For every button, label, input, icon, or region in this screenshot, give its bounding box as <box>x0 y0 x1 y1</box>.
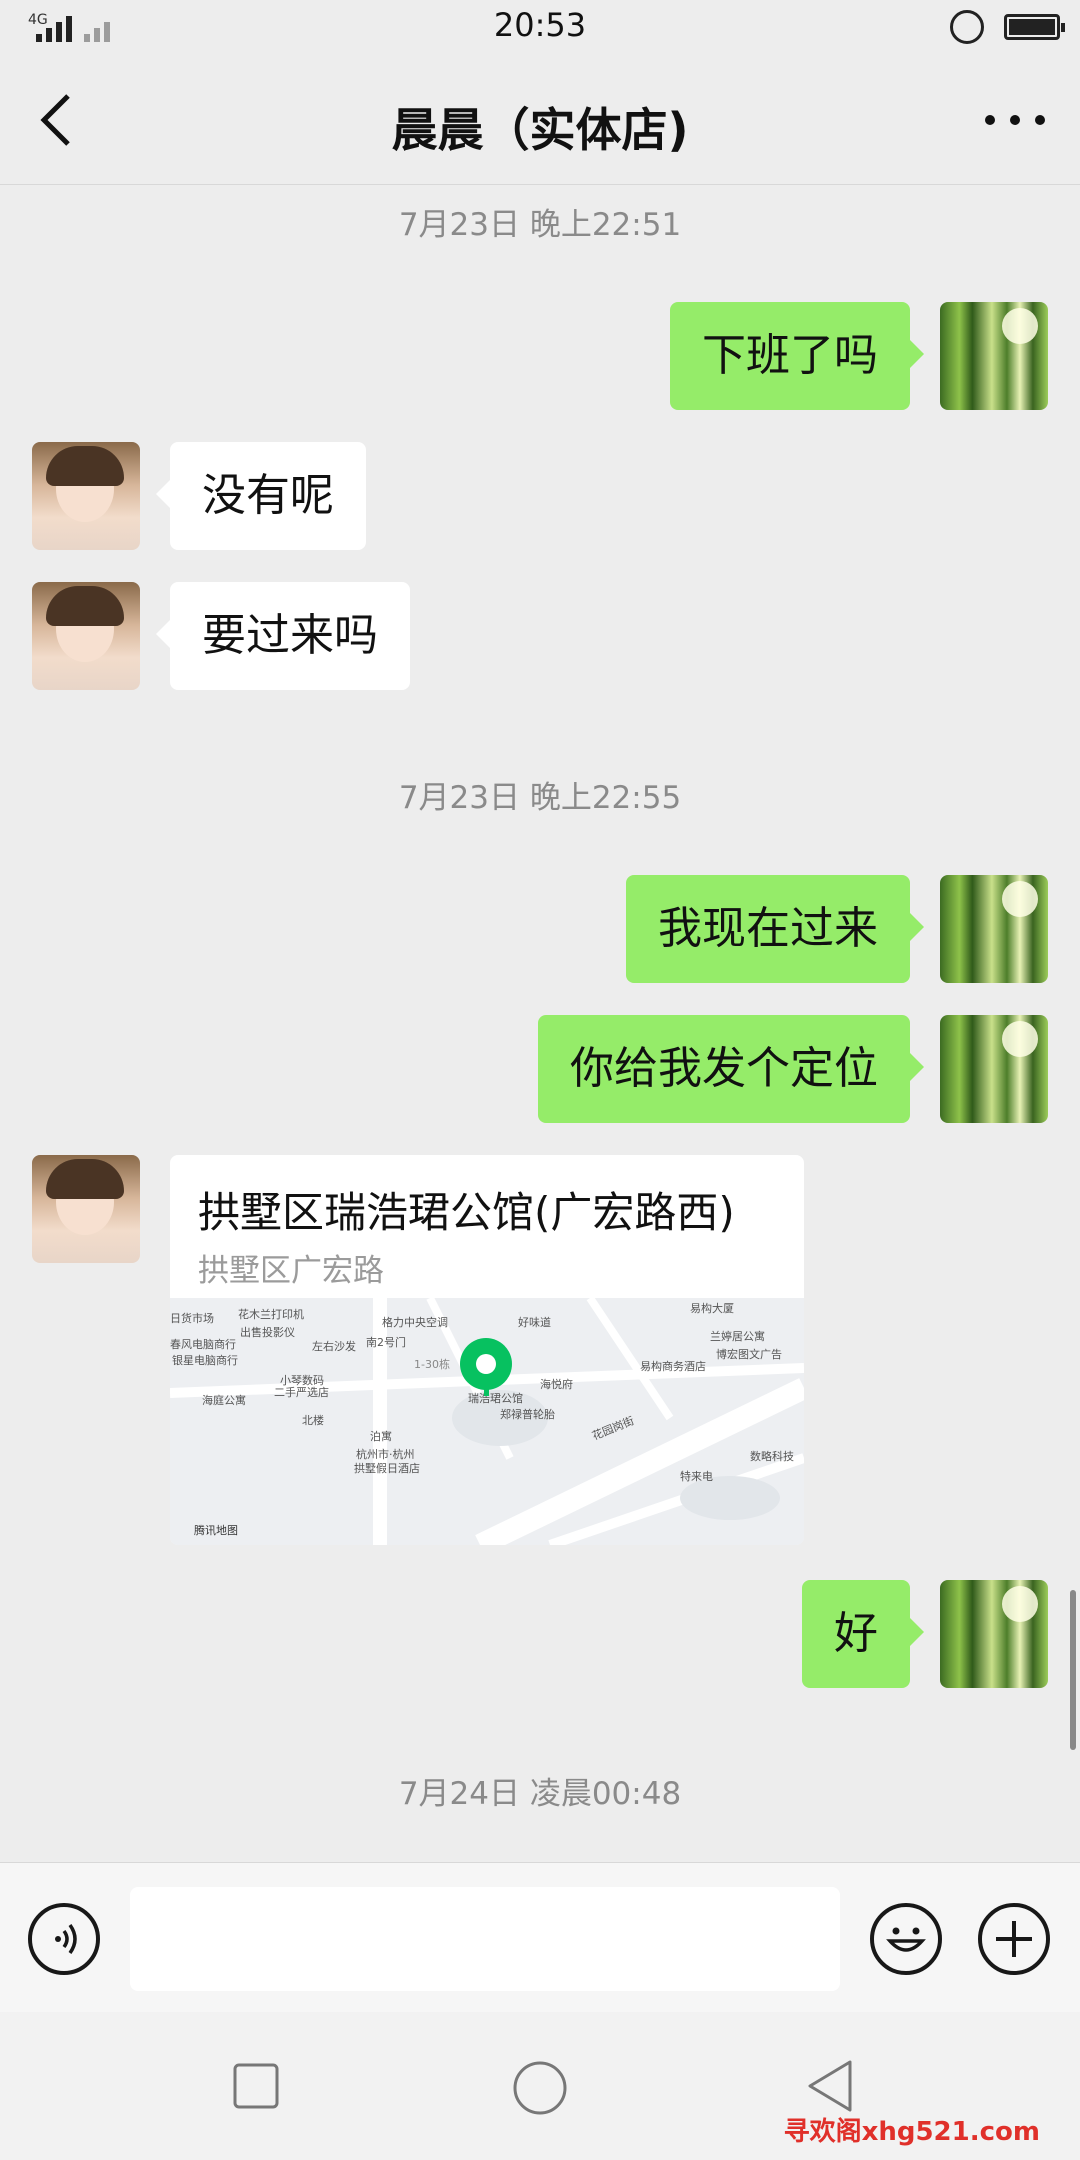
nav-home-button[interactable] <box>512 2060 568 2120</box>
voice-button[interactable] <box>28 1903 100 1975</box>
map-label: 日货市场 <box>170 1311 214 1325</box>
map-label: 易构商务酒店 <box>640 1359 706 1373</box>
map-label: 出售投影仪 <box>240 1325 295 1339</box>
system-nav-bar: 寻欢阁xhg521.com <box>0 2012 1080 2160</box>
nav-recents-icon <box>233 2063 279 2109</box>
screen-lock-icon <box>950 10 984 44</box>
emoji-button[interactable] <box>870 1903 942 1975</box>
map-label: 二手严选店 <box>274 1385 329 1399</box>
status-time: 20:53 <box>493 6 587 44</box>
map-label: 数略科技 <box>750 1449 794 1463</box>
map-label: 易构大厦 <box>690 1301 734 1315</box>
message-bubble[interactable]: 没有呢 <box>156 442 366 550</box>
map-label: 特来电 <box>680 1469 713 1483</box>
self-avatar[interactable] <box>940 1580 1048 1688</box>
map-label: 杭州市·杭州 <box>356 1447 415 1461</box>
message-input[interactable] <box>130 1887 840 1991</box>
map-label: 好味道 <box>518 1315 551 1329</box>
chat-title: 晨晨（实体店) <box>391 103 689 157</box>
watermark: 寻欢阁xhg521.com <box>783 2117 1040 2147</box>
map-label: 格力中央空调 <box>382 1315 448 1329</box>
nav-home-icon <box>513 2061 567 2115</box>
message-list[interactable]: 7月23日 晚上22:51 下班了吗 没有呢 要过来吗 7月23日 晚上22:5… <box>0 185 1080 1860</box>
voice-icon <box>55 1923 77 1955</box>
map-label: 泊寓 <box>370 1429 392 1443</box>
message-bubble[interactable]: 要过来吗 <box>156 582 410 690</box>
message-bubble[interactable]: 下班了吗 <box>670 302 924 410</box>
nav-back-button[interactable] <box>804 2058 856 2118</box>
map-label: 郑禄普轮胎 <box>500 1407 555 1421</box>
location-address: 拱墅区广宏路 <box>198 1253 384 1289</box>
location-title: 拱墅区瑞浩珺公馆(广宏路西) <box>198 1188 735 1237</box>
map-label: 兰婷居公寓 <box>710 1329 765 1343</box>
map-image: 花木兰打印机 格力中央空调 好味道 易构大厦 日货市场 出售投影仪 南2号门 兰… <box>170 1298 804 1545</box>
chat-header: 晨晨（实体店) <box>0 60 1080 185</box>
nav-recents-button[interactable] <box>232 2062 280 2114</box>
contact-avatar[interactable] <box>32 1155 140 1263</box>
timestamp: 7月23日 晚上22:55 <box>398 780 682 816</box>
map-label: 海悦府 <box>540 1377 573 1391</box>
self-avatar[interactable] <box>940 302 1048 410</box>
location-card[interactable]: 拱墅区瑞浩珺公馆(广宏路西) 拱墅区广宏路 花木兰打印机 格力中央空调 好味道 … <box>170 1155 804 1545</box>
map-label: 北楼 <box>302 1413 324 1427</box>
map-label: 瑞浩珺公馆 <box>468 1391 523 1405</box>
contact-avatar[interactable] <box>32 442 140 550</box>
battery-icon <box>1004 14 1065 40</box>
status-bar: 4G 20:53 <box>0 0 1080 60</box>
message-bubble[interactable]: 好 <box>802 1580 924 1688</box>
chat-scrollbar[interactable] <box>1070 1590 1076 1750</box>
map-label: 腾讯地图 <box>194 1523 238 1537</box>
contact-avatar[interactable] <box>32 582 140 690</box>
message-bubble[interactable]: 你给我发个定位 <box>538 1015 924 1123</box>
map-label: 博宏图文广告 <box>716 1347 782 1361</box>
nav-back-icon <box>808 2060 852 2112</box>
timestamp: 7月23日 晚上22:51 <box>398 207 682 243</box>
message-bubble[interactable]: 我现在过来 <box>626 875 924 983</box>
map-label: 南2号门 <box>366 1335 406 1349</box>
map-label: 1-30栋 <box>414 1357 450 1371</box>
add-icon <box>996 1921 1032 1957</box>
self-avatar[interactable] <box>940 875 1048 983</box>
map-label: 春风电脑商行 <box>170 1337 236 1351</box>
input-bar <box>0 1862 1080 2013</box>
emoji-icon <box>886 1927 926 1952</box>
self-avatar[interactable] <box>940 1015 1048 1123</box>
more-button[interactable] <box>980 92 1050 148</box>
map-label: 花木兰打印机 <box>238 1307 304 1321</box>
add-button[interactable] <box>978 1903 1050 1975</box>
location-map[interactable]: 花木兰打印机 格力中央空调 好味道 易构大厦 日货市场 出售投影仪 南2号门 兰… <box>170 1298 804 1545</box>
map-label: 银星电脑商行 <box>172 1353 238 1367</box>
map-label: 拱墅假日酒店 <box>354 1461 420 1475</box>
map-label: 海庭公寓 <box>202 1393 246 1407</box>
more-icon <box>985 115 1045 125</box>
map-label: 左右沙发 <box>312 1339 356 1353</box>
timestamp: 7月24日 凌晨00:48 <box>398 1776 682 1812</box>
